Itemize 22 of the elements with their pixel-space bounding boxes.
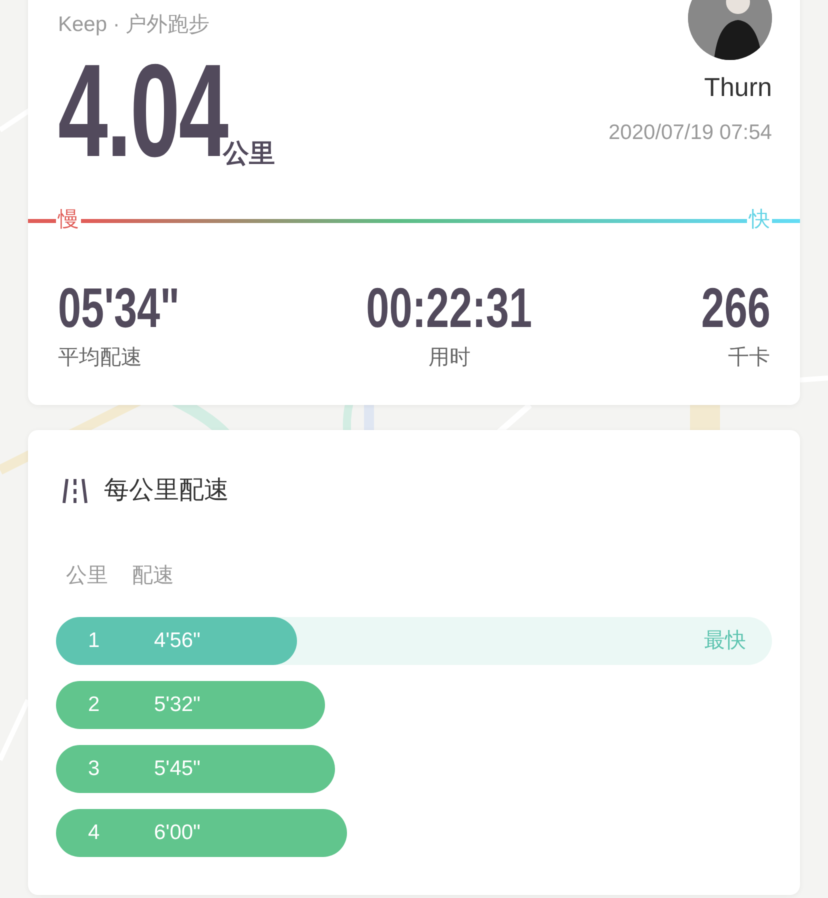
stat-label: 平均配速	[58, 345, 142, 371]
pace-value: 5'32"	[154, 692, 201, 718]
run-datetime: 2020/07/19 07:54	[608, 120, 772, 146]
km-number: 1	[87, 628, 101, 654]
stat-label: 用时	[428, 345, 470, 371]
stat-label: 千卡	[728, 345, 770, 371]
section-title: 每公里配速	[104, 475, 229, 506]
km-number: 3	[87, 756, 101, 782]
km-number: 2	[87, 692, 101, 718]
fastest-label: 最快	[704, 628, 747, 654]
pace-value: 6'00"	[154, 820, 201, 846]
stat-value: 266	[700, 280, 770, 336]
road-icon	[62, 476, 88, 505]
source-label: Keep · 户外跑步	[58, 14, 211, 35]
user-name: Thurn	[704, 71, 772, 104]
stat-value: 00:22:31	[366, 280, 532, 336]
km-number: 4	[87, 820, 101, 846]
stat-value: 05'34"	[58, 280, 180, 336]
column-header: 公里	[66, 562, 108, 588]
pace-value: 4'56"	[154, 628, 201, 654]
pace-value: 5'45"	[154, 756, 201, 782]
column-header: 配速	[132, 562, 174, 588]
